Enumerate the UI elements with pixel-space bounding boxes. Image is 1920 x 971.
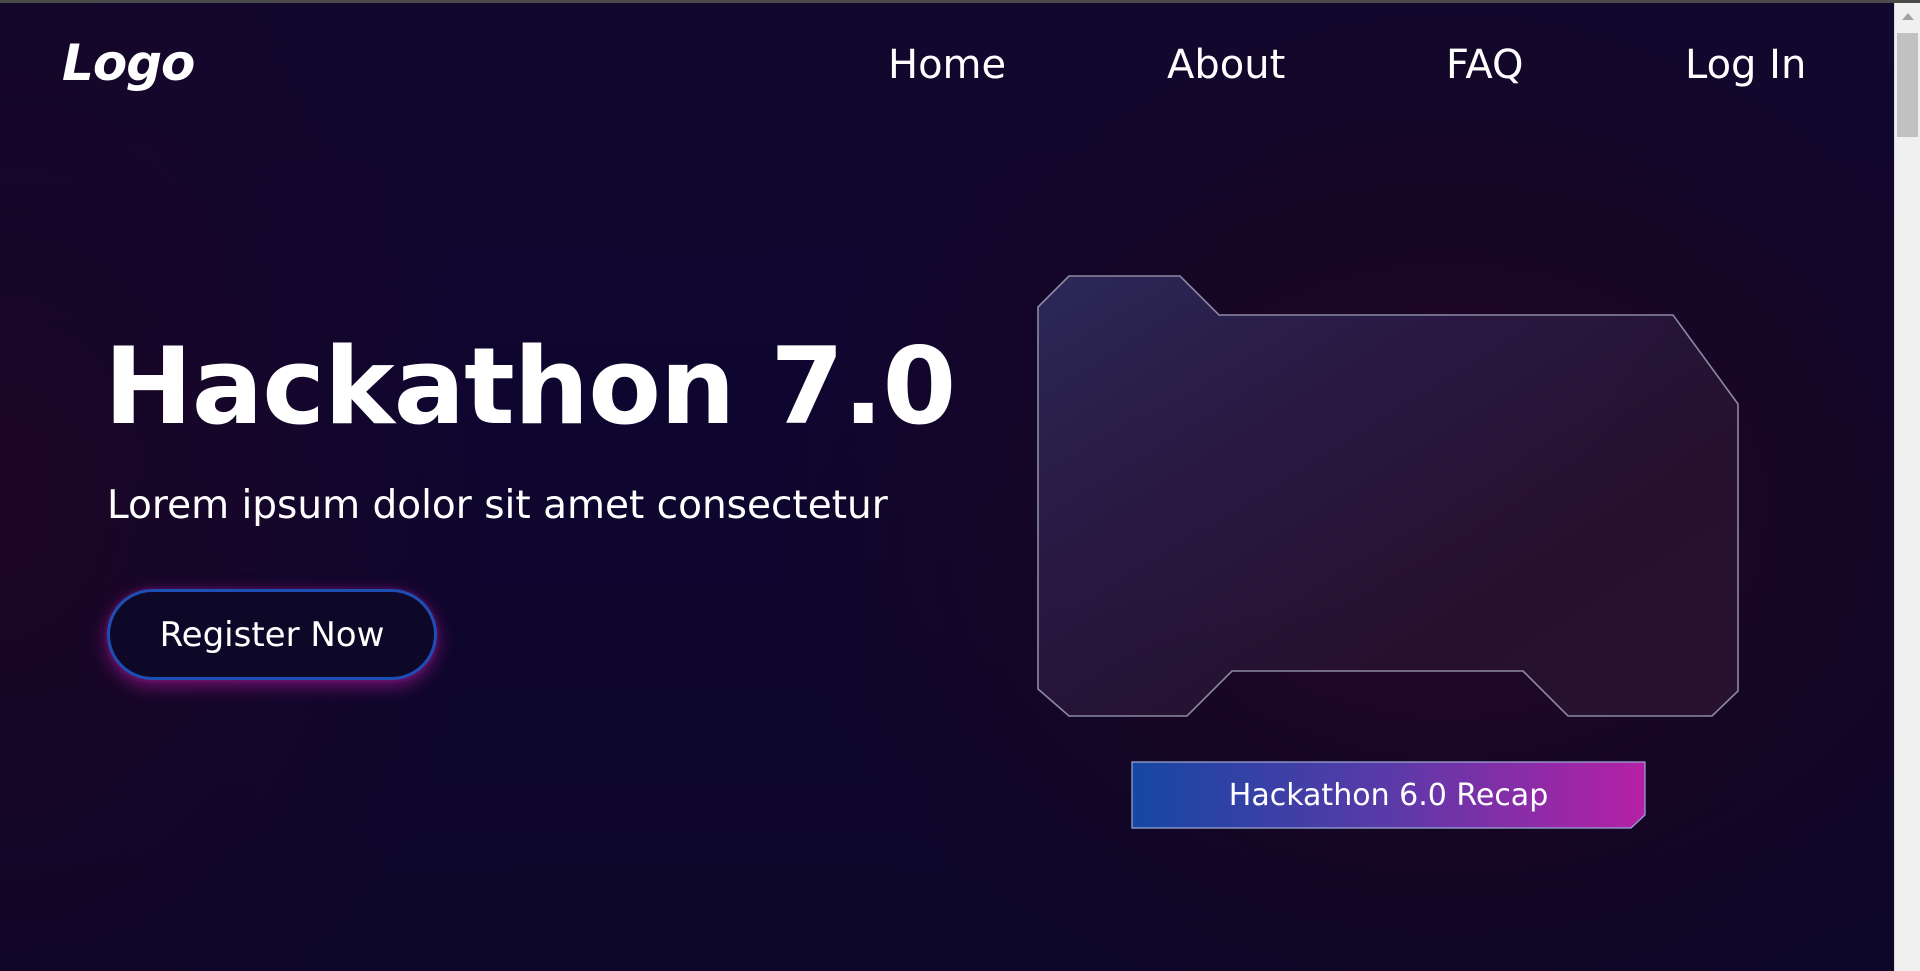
landing-page: Logo Home About FAQ Log In Hackathon 7.0… xyxy=(0,0,1920,971)
vertical-scrollbar[interactable] xyxy=(1894,3,1920,971)
nav-faq[interactable]: FAQ xyxy=(1446,42,1523,88)
nav-about[interactable]: About xyxy=(1167,42,1285,88)
hero-title: Hackathon 7.0 xyxy=(104,325,956,448)
recap-button[interactable]: Hackathon 6.0 Recap xyxy=(1131,761,1646,829)
window-top-border xyxy=(0,0,1920,3)
media-frame xyxy=(1036,274,1740,718)
recap-button-label: Hackathon 6.0 Recap xyxy=(1228,777,1549,813)
register-now-button[interactable]: Register Now xyxy=(107,589,437,680)
nav-home[interactable]: Home xyxy=(888,42,1006,88)
media-frame-shape xyxy=(1037,275,1739,717)
scroll-up-arrow-icon[interactable] xyxy=(1902,13,1914,20)
nav-login[interactable]: Log In xyxy=(1685,42,1806,88)
main-nav: Home About FAQ Log In xyxy=(0,42,1894,92)
hero-subtitle: Lorem ipsum dolor sit amet consectetur xyxy=(107,483,888,528)
scroll-thumb[interactable] xyxy=(1897,33,1918,137)
